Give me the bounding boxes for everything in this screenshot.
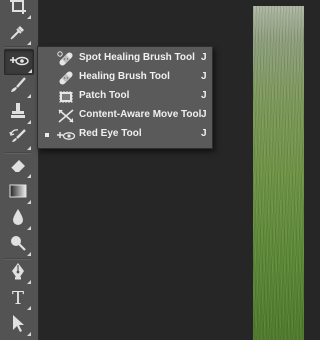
bandage-icon: [55, 69, 77, 87]
content-aware-move-icon: [55, 107, 77, 125]
menu-item-label: Red Eye Tool: [79, 128, 142, 139]
brush-icon: [8, 75, 28, 100]
crop-tool[interactable]: [4, 0, 32, 20]
dodge-icon: [8, 233, 28, 258]
shortcut-key: J: [201, 52, 207, 63]
dodge-tool[interactable]: [4, 233, 32, 257]
eraser-icon: [8, 155, 28, 180]
menu-item-red-eye-tool[interactable]: Red Eye Tool J: [38, 125, 212, 144]
arrow-icon: [8, 313, 28, 338]
menu-item-patch-tool[interactable]: Patch Tool J: [38, 87, 212, 106]
menu-item-healing-brush[interactable]: Healing Brush Tool J: [38, 68, 212, 87]
shortcut-key: J: [201, 90, 207, 101]
menu-item-label: Content-Aware Move Tool: [79, 109, 202, 120]
path-selection-tool[interactable]: [4, 313, 32, 337]
shortcut-key: J: [201, 109, 207, 120]
crop-icon: [8, 0, 28, 21]
eyedropper-tool[interactable]: [4, 22, 32, 46]
shortcut-key: J: [201, 71, 207, 82]
gradient-tool[interactable]: [4, 181, 32, 205]
eyedropper-icon: [8, 22, 28, 47]
red-eye-icon: [9, 50, 29, 75]
stamp-icon: [8, 101, 28, 126]
document-photo[interactable]: [253, 6, 304, 340]
pen-tool[interactable]: [4, 261, 32, 285]
menu-item-label: Patch Tool: [79, 90, 130, 101]
red-eye-icon: [55, 126, 77, 144]
type-tool[interactable]: T: [4, 287, 32, 311]
menu-item-content-aware-move[interactable]: Content-Aware Move Tool J: [38, 106, 212, 125]
spot-healing-icon: [55, 50, 77, 68]
patch-icon: [55, 88, 77, 106]
drop-icon: [8, 207, 28, 232]
brush-tool[interactable]: [4, 75, 32, 99]
history-brush-icon: [8, 127, 28, 152]
blur-tool[interactable]: [4, 207, 32, 231]
gradient-icon: [8, 181, 28, 206]
shortcut-key: J: [201, 128, 207, 139]
healing-tools-flyout-menu: Spot Healing Brush Tool J Healing Brush …: [37, 46, 213, 149]
tools-panel: T: [0, 0, 39, 340]
pen-icon: [8, 261, 28, 286]
menu-item-label: Healing Brush Tool: [79, 71, 170, 82]
menu-item-spot-healing-brush[interactable]: Spot Healing Brush Tool J: [38, 49, 212, 68]
type-icon: T: [11, 288, 24, 309]
red-eye-tool[interactable]: [4, 49, 34, 75]
menu-item-label: Spot Healing Brush Tool: [79, 52, 195, 63]
history-brush-tool[interactable]: [4, 127, 32, 151]
eraser-tool[interactable]: [4, 155, 32, 179]
clone-stamp-tool[interactable]: [4, 101, 32, 125]
selected-bullet: [45, 133, 49, 137]
